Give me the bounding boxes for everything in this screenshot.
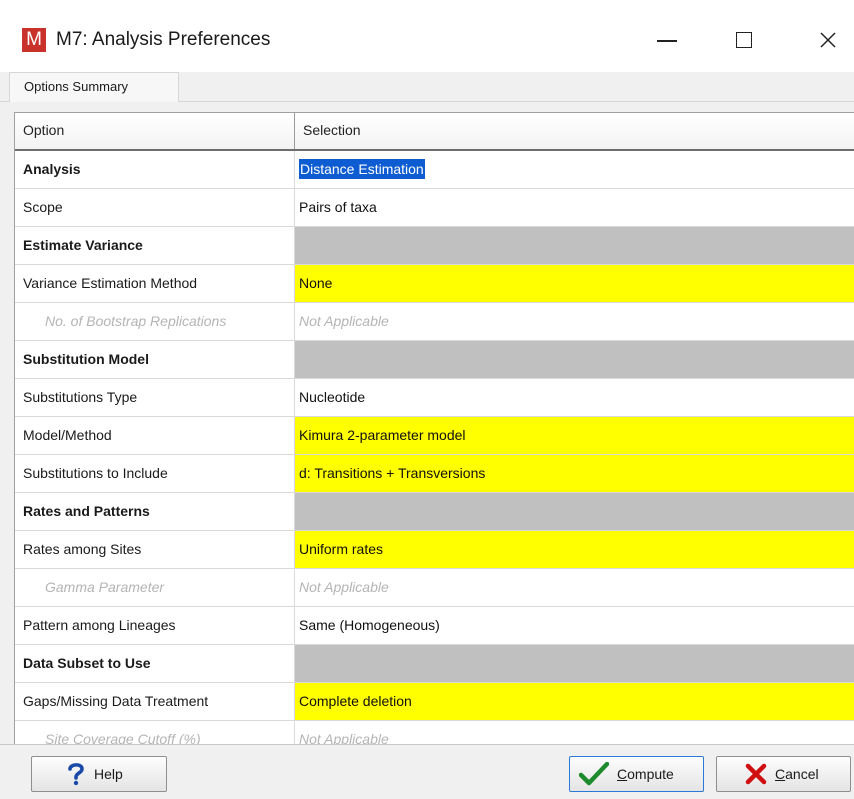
column-header-option[interactable]: Option: [15, 113, 295, 149]
option-cell: Data Subset to Use: [15, 645, 295, 682]
table-row[interactable]: Variance Estimation Method None: [15, 265, 854, 303]
tab-options-summary[interactable]: Options Summary: [9, 72, 179, 103]
option-cell: Scope: [15, 189, 295, 226]
selection-cell: [295, 493, 854, 530]
selection-value: Same (Homogeneous): [299, 617, 440, 633]
selection-value: Uniform rates: [299, 541, 384, 557]
grid-rows: Analysis Distance Estimation Scope Pairs of…: [15, 151, 854, 759]
option-cell: Substitution Model: [15, 341, 295, 378]
client-area: Option Selection Analysis Distance Estima…: [0, 102, 854, 759]
selection-cell: Not Applicable: [295, 569, 854, 606]
option-cell: Variance Estimation Method: [15, 265, 295, 302]
selection-value: d: Transitions + Transversions: [299, 465, 486, 481]
help-label: Help: [94, 766, 123, 782]
table-row[interactable]: Substitutions to Include d: Transitions +…: [15, 455, 854, 493]
selection-value: Kimura 2-parameter model: [299, 427, 466, 443]
selection-value: Pairs of taxa: [299, 199, 377, 215]
selection-value: Complete deletion: [299, 693, 412, 709]
column-header-selection[interactable]: Selection: [295, 113, 854, 149]
selection-cell[interactable]: Distance Estimation: [295, 151, 854, 188]
grid-header: Option Selection: [15, 113, 854, 151]
selection-cell: [295, 227, 854, 264]
table-row[interactable]: Scope Pairs of taxa: [15, 189, 854, 227]
selected-value: Distance Estimation: [299, 159, 425, 179]
table-row[interactable]: Substitution Model: [15, 341, 854, 379]
selection-cell[interactable]: Kimura 2-parameter model: [295, 417, 854, 454]
option-cell: Pattern among Lineages: [15, 607, 295, 644]
selection-cell: [295, 341, 854, 378]
option-cell: Substitutions to Include: [15, 455, 295, 492]
selection-cell[interactable]: d: Transitions + Transversions: [295, 455, 854, 492]
selection-cell[interactable]: None: [295, 265, 854, 302]
table-row[interactable]: Gaps/Missing Data Treatment Complete dele…: [15, 683, 854, 721]
checkmark-icon: [579, 762, 609, 786]
x-icon: [745, 763, 767, 785]
minimize-icon: [657, 40, 677, 42]
table-row: Gamma Parameter Not Applicable: [15, 569, 854, 607]
option-cell: Gaps/Missing Data Treatment: [15, 683, 295, 720]
option-cell: Model/Method: [15, 417, 295, 454]
window-title: M7: Analysis Preferences: [56, 29, 271, 50]
option-cell: No. of Bootstrap Replications: [15, 303, 295, 340]
table-row[interactable]: Substitutions Type Nucleotide: [15, 379, 854, 417]
table-row[interactable]: Estimate Variance: [15, 227, 854, 265]
table-row: No. of Bootstrap Replications Not Applica…: [15, 303, 854, 341]
table-row[interactable]: Pattern among Lineages Same (Homogeneous): [15, 607, 854, 645]
compute-button[interactable]: Compute: [569, 756, 704, 792]
table-row[interactable]: Data Subset to Use: [15, 645, 854, 683]
minimize-button[interactable]: [644, 22, 690, 58]
selection-value: Not Applicable: [299, 579, 389, 595]
cancel-label: Cancel: [775, 766, 819, 782]
help-button[interactable]: Help: [31, 756, 167, 792]
question-icon: [68, 763, 84, 786]
table-row[interactable]: Analysis Distance Estimation: [15, 151, 854, 189]
close-button[interactable]: [805, 22, 851, 58]
button-bar: Help Compute Cancel: [0, 744, 854, 799]
table-row[interactable]: Model/Method Kimura 2-parameter model: [15, 417, 854, 455]
option-cell: Rates among Sites: [15, 531, 295, 568]
selection-cell[interactable]: Same (Homogeneous): [295, 607, 854, 644]
selection-cell: Not Applicable: [295, 303, 854, 340]
maximize-button[interactable]: [721, 22, 767, 58]
compute-label: Compute: [617, 766, 674, 782]
option-cell: Gamma Parameter: [15, 569, 295, 606]
options-grid: Option Selection Analysis Distance Estima…: [14, 112, 854, 759]
app-logo-icon: M: [22, 28, 46, 52]
selection-cell[interactable]: Complete deletion: [295, 683, 854, 720]
title-bar: M M7: Analysis Preferences: [0, 0, 854, 72]
close-icon: [820, 32, 836, 48]
selection-cell[interactable]: Nucleotide: [295, 379, 854, 416]
selection-cell[interactable]: Uniform rates: [295, 531, 854, 568]
option-cell: Estimate Variance: [15, 227, 295, 264]
tab-strip: Options Summary: [0, 72, 854, 103]
selection-value: Not Applicable: [299, 313, 389, 329]
table-row[interactable]: Rates among Sites Uniform rates: [15, 531, 854, 569]
selection-cell: [295, 645, 854, 682]
option-cell: Substitutions Type: [15, 379, 295, 416]
option-cell: Analysis: [15, 151, 295, 188]
selection-value: Nucleotide: [299, 389, 366, 405]
maximize-icon: [736, 32, 752, 48]
table-row[interactable]: Rates and Patterns: [15, 493, 854, 531]
selection-cell[interactable]: Pairs of taxa: [295, 189, 854, 226]
selection-value: None: [299, 275, 333, 291]
cancel-button[interactable]: Cancel: [716, 756, 851, 792]
option-cell: Rates and Patterns: [15, 493, 295, 530]
